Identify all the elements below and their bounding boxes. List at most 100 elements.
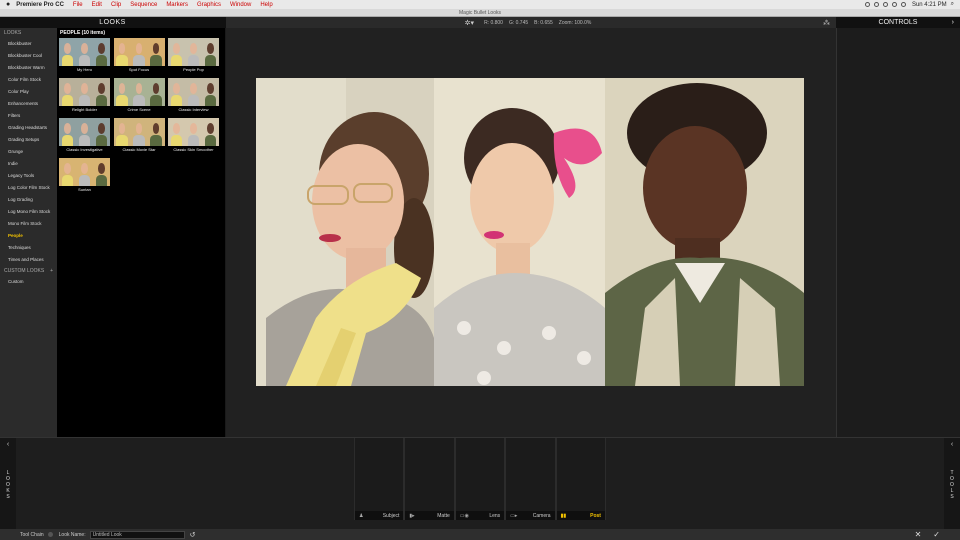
look-thumbnail[interactable]: My Hero [59, 38, 110, 74]
sidebar-item-grunge[interactable]: Grunge [0, 146, 57, 158]
sidebar-item-blockbuster-warm[interactable]: Blockbuster Warm [0, 62, 57, 74]
apple-icon[interactable]: ● [6, 1, 10, 8]
menubar-clock[interactable]: Sun 4:21 PM [912, 2, 947, 8]
look-thumbnail-image[interactable] [59, 78, 110, 106]
sidebar-item-custom[interactable]: Custom [0, 276, 57, 288]
add-icon[interactable]: + [50, 266, 53, 276]
look-thumbnail-image[interactable] [168, 38, 219, 66]
thumbnail-figure [131, 78, 148, 106]
sidebar-item-blockbuster[interactable]: Blockbuster [0, 38, 57, 50]
sidebar-item-log-mono-film-stock[interactable]: Log Mono Film Stock [0, 206, 57, 218]
look-thumbnail[interactable]: Classic Interview [168, 78, 219, 114]
thumbnail-figure [168, 38, 185, 66]
tool-chain-label[interactable]: Tool Chain [20, 532, 44, 538]
wifi-icon[interactable] [891, 2, 897, 7]
looks-side-tab[interactable]: ‹ LOOKS [0, 438, 16, 530]
thumbnail-figure [185, 118, 202, 146]
look-thumbnail-image[interactable] [113, 78, 165, 106]
checkmark-icon[interactable]: ✓ [933, 530, 940, 539]
tool-chain-slot-label[interactable]: ▭◉ Lens [455, 511, 505, 520]
sidebar-item-indie[interactable]: Indie [0, 158, 57, 170]
look-thumbnail[interactable]: Crime Scene [113, 78, 165, 114]
sidebar-item-mono-film-stock[interactable]: Mono Film Stock [0, 218, 57, 230]
look-thumbnail[interactable]: Classic Investigative [59, 118, 110, 154]
tool-chain-slot-matte[interactable]: ▮▸ Matte [404, 438, 455, 520]
menu-markers[interactable]: Markers [166, 2, 188, 8]
look-thumbnail-image[interactable] [168, 78, 219, 106]
tool-chain-slot-text: Lens [489, 512, 501, 519]
preview-panel-center [434, 78, 605, 386]
menu-clip[interactable]: Clip [111, 2, 121, 8]
sidebar-item-color-film-stock[interactable]: Color Film Stock [0, 74, 57, 86]
look-thumbnail-image[interactable] [113, 118, 165, 146]
tool-chain-slot-lens[interactable]: ▭◉ Lens [454, 438, 506, 520]
chevron-right-icon[interactable]: › [952, 17, 954, 28]
look-name-input[interactable] [89, 530, 185, 539]
menu-sequence[interactable]: Sequence [130, 2, 157, 8]
chevron-left-icon[interactable]: ‹ [944, 441, 960, 448]
look-thumbnail-image[interactable] [59, 38, 110, 66]
tool-chain-toggle[interactable] [47, 532, 53, 537]
menu-file[interactable]: File [73, 2, 83, 8]
menu-graphics[interactable]: Graphics [197, 2, 221, 8]
sidebar-item-log-grading[interactable]: Log Grading [0, 194, 57, 206]
tray-icon[interactable] [864, 2, 870, 7]
sidebar-item-enhancements[interactable]: Enhancements [0, 98, 57, 110]
menu-edit[interactable]: Edit [92, 2, 102, 8]
search-icon[interactable]: ⌕ [951, 1, 954, 8]
preview-panel-left [256, 78, 434, 386]
thumbnail-figure [93, 158, 110, 186]
tray-icon[interactable] [873, 2, 879, 7]
look-thumbnail-image[interactable] [59, 158, 110, 186]
tool-chain-slot-label[interactable]: ♟ Subject [355, 511, 404, 520]
viewer-toolbar: ✲▾ R: 0.800 G: 0.745 B: 0.655 Zoom: 100.… [226, 17, 836, 28]
sidebar-item-people[interactable]: People [0, 230, 57, 242]
gear-icon[interactable]: ✲▾ [465, 19, 474, 27]
menu-window[interactable]: Window [230, 2, 251, 8]
chevron-left-icon[interactable]: ‹ [0, 441, 16, 448]
menu-help[interactable]: Help [260, 2, 272, 8]
look-thumbnail[interactable]: Spot Focus [113, 38, 165, 74]
sidebar-item-log-color-film-stock[interactable]: Log Color Film Stock [0, 182, 57, 194]
sidebar-item-grading-setups[interactable]: Grading Setups [0, 134, 57, 146]
sidebar-item-techniques[interactable]: Techniques [0, 242, 57, 254]
reset-icon[interactable]: ↺ [190, 531, 196, 539]
look-thumbnail[interactable]: Classic Skin Smoother [168, 118, 219, 154]
tools-side-tab[interactable]: ‹ TOOLS [944, 438, 960, 530]
look-thumbnail[interactable]: People Pop [168, 38, 219, 74]
tool-chain-slot-subject[interactable]: ♟ Subject [354, 438, 405, 520]
grid-title: PEOPLE (10 items) [60, 30, 106, 36]
sidebar-item-grading-headstarts[interactable]: Grading Headstarts [0, 122, 57, 134]
tool-chain-slot-label[interactable]: ▭▸ Camera [506, 511, 555, 520]
close-icon[interactable]: ✕ [915, 530, 922, 539]
tool-chain-slot-label[interactable]: ▮▸ Matte [405, 511, 454, 520]
tray-icon[interactable] [882, 2, 888, 7]
look-thumbnail[interactable]: Classic Movie Star [113, 118, 165, 154]
sidebar-item-legacy-tools[interactable]: Legacy Tools [0, 170, 57, 182]
thumbnail-figure [185, 78, 202, 106]
scopes-icon[interactable]: ⁂ [823, 19, 830, 27]
sidebar-item-color-play[interactable]: Color Play [0, 86, 57, 98]
tool-chain-slot-label[interactable]: ▮▮ Post [556, 511, 605, 520]
look-thumbnail[interactable]: Relight Bolder [59, 78, 110, 114]
look-thumbnail-image[interactable] [168, 118, 219, 146]
thumbnail-figure [76, 78, 93, 106]
tool-chain-slot-post[interactable]: ▮▮ Post [555, 438, 606, 520]
looks-category-sidebar: LOOKS Blockbuster Blockbuster Cool Blockbu… [0, 28, 57, 437]
sidebar-item-times-and-places[interactable]: Times and Places [0, 254, 57, 266]
app-menu[interactable]: Premiere Pro CC [16, 2, 64, 8]
look-thumbnail-image[interactable] [59, 118, 110, 146]
tool-chain-slot-camera[interactable]: ▭▸ Camera [505, 438, 556, 520]
sidebar-item-blockbuster-cool[interactable]: Blockbuster Cool [0, 50, 57, 62]
look-thumbnail-label: Classic Investigative [66, 147, 103, 152]
post-icon: ▮▮ [560, 512, 567, 519]
panel-header-row: LOOKS ✲▾ R: 0.800 G: 0.745 B: 0.655 Zoom… [0, 17, 960, 28]
look-thumbnail[interactable]: Suntan [59, 158, 110, 194]
thumbnail-figure [93, 118, 110, 146]
volume-icon[interactable] [900, 2, 906, 7]
sidebar-item-filters[interactable]: Filters [0, 110, 57, 122]
preview-image[interactable] [256, 78, 804, 386]
look-thumbnail-image[interactable] [113, 38, 165, 66]
thumbnail-figure [76, 158, 93, 186]
tools-tab-label: TOOLS [950, 470, 954, 500]
